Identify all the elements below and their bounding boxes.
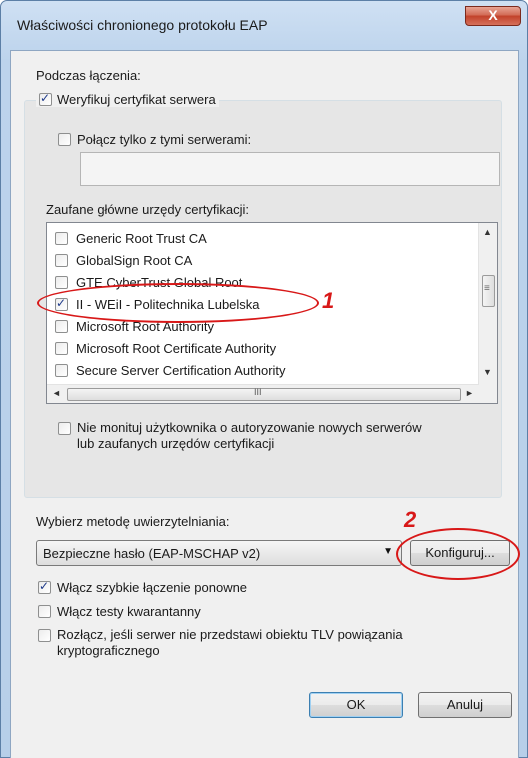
servers-input[interactable] <box>80 152 500 186</box>
vertical-scroll-thumb[interactable]: ≡ <box>482 275 495 307</box>
annotation-ellipse-1 <box>37 283 319 323</box>
disconnect-tlv-option[interactable]: Rozłącz, jeśli serwer nie przedstawi obi… <box>38 627 403 659</box>
ok-button[interactable]: OK <box>309 692 403 718</box>
grip-icon: III <box>254 387 262 397</box>
fast-reconnect-option[interactable]: Włącz szybkie łączenie ponowne <box>38 579 248 595</box>
no-prompt-label-line2: lub zaufanych urzędów certyfikacji <box>77 436 275 451</box>
connect-section-label: Podczas łączenia: <box>36 68 141 83</box>
ca-label: GlobalSign Root CA <box>76 252 193 268</box>
scrollbar-corner <box>479 385 497 403</box>
quarantine-label: Włącz testy kwarantanny <box>57 604 201 619</box>
trusted-ca-label: Zaufane główne urzędy certyfikacji: <box>46 202 250 217</box>
ca-label: Generic Root Trust CA <box>76 230 207 246</box>
ca-label: Microsoft Root Certificate Authority <box>76 340 277 356</box>
chevron-down-icon: ▼ <box>383 546 393 557</box>
list-item[interactable]: Microsoft Root Certificate Authority <box>55 337 276 359</box>
cancel-button[interactable]: Anuluj <box>418 692 512 718</box>
ca-checkbox[interactable] <box>55 275 68 289</box>
scroll-right-icon[interactable]: ► <box>465 388 474 398</box>
annotation-ellipse-2 <box>396 528 520 580</box>
no-prompt-label-line1: Nie monituj użytkownika o autoryzowanie … <box>77 420 422 435</box>
verify-cert-label: Weryfikuj certyfikat serwera <box>57 92 216 107</box>
list-item[interactable]: Generic Root Trust CA <box>55 227 207 249</box>
close-button[interactable]: X <box>465 6 521 26</box>
auth-method-select[interactable]: Bezpieczne hasło (EAP-MSCHAP v2) ▼ <box>36 540 402 566</box>
fast-reconnect-checkbox[interactable] <box>38 579 51 594</box>
quarantine-option[interactable]: Włącz testy kwarantanny <box>38 604 201 619</box>
verify-cert-checkbox[interactable] <box>39 91 52 106</box>
verify-cert-option[interactable]: Weryfikuj certyfikat serwera <box>36 91 219 107</box>
vertical-scrollbar[interactable]: ▲ ≡ ▼ <box>478 223 497 386</box>
auth-method-value: Bezpieczne hasło (EAP-MSCHAP v2) <box>43 545 261 561</box>
ca-checkbox[interactable] <box>55 319 68 333</box>
auth-method-label: Wybierz metodę uwierzytelniania: <box>36 514 230 529</box>
connect-servers-checkbox[interactable] <box>58 133 71 146</box>
ca-checkbox[interactable] <box>55 363 68 377</box>
close-icon: X <box>488 7 498 23</box>
no-prompt-option[interactable]: Nie monituj użytkownika o autoryzowanie … <box>58 420 422 452</box>
ca-checkbox[interactable] <box>55 253 68 267</box>
no-prompt-checkbox[interactable] <box>58 422 71 435</box>
horizontal-scroll-thumb[interactable]: III <box>67 387 461 401</box>
list-item[interactable]: GlobalSign Root CA <box>55 249 192 271</box>
annotation-marker-2: 2 <box>404 507 417 532</box>
window-title: Właściwości chronionego protokołu EAP <box>17 17 268 33</box>
annotation-marker-1: 1 <box>322 288 335 313</box>
connect-servers-label: Połącz tylko z tymi serwerami: <box>77 132 252 147</box>
ca-checkbox[interactable] <box>55 341 68 355</box>
ca-label: Secure Server Certification Authority <box>76 362 286 378</box>
grip-icon: ≡ <box>484 283 490 294</box>
disconnect-tlv-label-line1: Rozłącz, jeśli serwer nie przedstawi obi… <box>57 627 403 642</box>
disconnect-tlv-checkbox[interactable] <box>38 629 51 642</box>
scroll-down-icon[interactable]: ▼ <box>483 367 492 377</box>
fast-reconnect-label: Włącz szybkie łączenie ponowne <box>57 580 248 595</box>
horizontal-scrollbar[interactable]: ◄ III ► <box>47 384 479 403</box>
ca-checkbox[interactable] <box>55 231 68 245</box>
scroll-up-icon[interactable]: ▲ <box>483 227 492 237</box>
disconnect-tlv-label-line2: kryptograficznego <box>57 643 160 658</box>
quarantine-checkbox[interactable] <box>38 605 51 618</box>
scroll-left-icon[interactable]: ◄ <box>52 388 61 398</box>
connect-servers-option[interactable]: Połącz tylko z tymi serwerami: <box>58 132 251 147</box>
list-item[interactable]: Secure Server Certification Authority <box>55 359 286 381</box>
